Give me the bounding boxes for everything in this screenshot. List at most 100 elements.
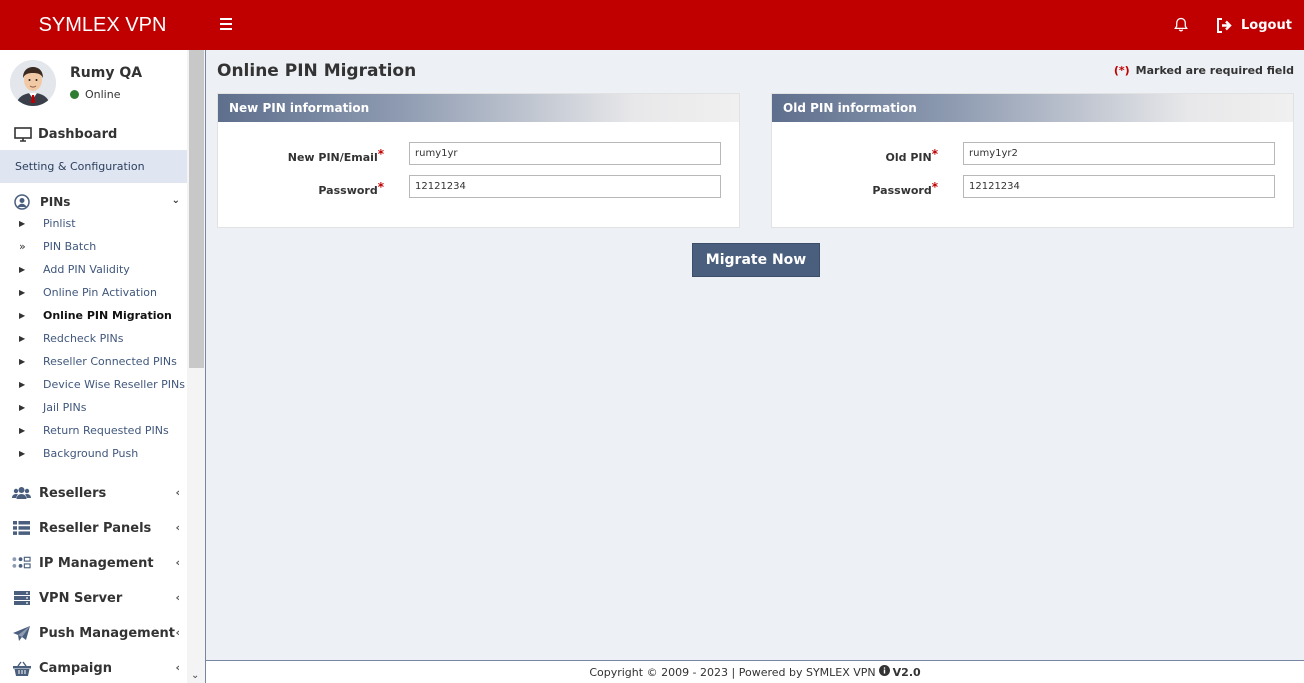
- chevron-left-icon: ‹: [175, 521, 180, 534]
- chevron-down-icon: ⌄: [171, 195, 180, 206]
- required-star-icon: *: [931, 180, 938, 194]
- logout-icon: [1217, 17, 1232, 33]
- chevron-left-icon: ‹: [175, 591, 180, 604]
- caret-right-icon: ▶: [19, 218, 26, 228]
- chevron-left-icon: ‹: [175, 556, 180, 569]
- new-password-input[interactable]: [409, 175, 721, 198]
- sidebar-subitem-label: Redcheck PINs: [43, 331, 124, 345]
- new-pin-label-text: New PIN/Email: [287, 151, 378, 164]
- basket-icon: [12, 660, 31, 676]
- old-pin-input[interactable]: [963, 142, 1275, 165]
- new-pin-panel-heading: New PIN information: [218, 94, 739, 122]
- old-pin-label-text: Old PIN: [885, 151, 932, 164]
- scroll-down-arrow-icon[interactable]: ⌄: [191, 670, 199, 681]
- sidebar-subitem-label: Device Wise Reseller PINs: [43, 377, 185, 391]
- paper-plane-icon: [12, 625, 31, 641]
- footer-copyright: Copyright © 2009 - 2023 | Powered by SYM…: [589, 665, 876, 679]
- caret-right-icon: ▶: [19, 425, 26, 435]
- new-pin-panel: New PIN information New PIN/Email* Passw…: [217, 93, 740, 228]
- caret-right-icon: ▶: [19, 287, 26, 297]
- sidebar-item-pinlist[interactable]: ▶ Pinlist: [0, 212, 188, 234]
- sidebar-subitem-label: Add PIN Validity: [43, 262, 130, 276]
- caret-right-icon: ▶: [19, 402, 26, 412]
- required-star-icon: *: [931, 147, 938, 161]
- sidebar-toggle-icon[interactable]: [218, 15, 234, 35]
- sidebar-item-reseller-panels[interactable]: Reseller Panels ‹: [0, 513, 188, 543]
- sidebar-item-jail-pins[interactable]: ▶ Jail PINs: [0, 396, 188, 418]
- sidebar-item-reseller-connected-pins[interactable]: ▶ Reseller Connected PINs: [0, 350, 188, 372]
- logout-button[interactable]: Logout: [1216, 15, 1292, 35]
- top-navbar: SYMLEX VPN Logout: [0, 0, 1304, 50]
- user-panel: Rumy QA Online: [10, 60, 185, 108]
- sidebar-subitem-label: Online Pin Activation: [43, 285, 157, 299]
- users-icon: [12, 485, 31, 501]
- caret-right-icon: ▶: [19, 310, 26, 320]
- sidebar-item-vpn-server[interactable]: VPN Server ‹: [0, 583, 188, 613]
- list-icon: [12, 520, 31, 536]
- online-dot-icon: [70, 90, 79, 99]
- caret-right-icon: ▶: [19, 356, 26, 366]
- sidebar-subitem-label: Return Requested PINs: [43, 423, 169, 437]
- migrate-now-button[interactable]: Migrate Now: [692, 243, 820, 277]
- new-pin-label: New PIN/Email*: [288, 147, 384, 164]
- sidebar-scrollbar[interactable]: ⌄: [187, 50, 205, 683]
- footer-version: V2.0: [892, 665, 921, 679]
- old-pin-panel: Old PIN information Old PIN* Password*: [771, 93, 1294, 228]
- brand-logo[interactable]: SYMLEX VPN: [0, 0, 205, 50]
- sidebar-item-add-pin-validity[interactable]: ▶ Add PIN Validity: [0, 258, 188, 280]
- old-password-row: Password*: [772, 175, 1293, 199]
- new-pin-input[interactable]: [409, 142, 721, 165]
- caret-right-icon: ▶: [19, 448, 26, 458]
- sidebar-item-label: Resellers: [39, 485, 107, 501]
- network-icon: [12, 555, 31, 571]
- sidebar-subitem-label: Online PIN Migration: [43, 308, 172, 322]
- old-password-input[interactable]: [963, 175, 1275, 198]
- required-marker: (*): [1113, 64, 1130, 77]
- user-status: Online: [70, 88, 120, 101]
- sidebar-item-pins[interactable]: PINs ⌄: [0, 190, 188, 214]
- sidebar-item-background-push[interactable]: ▶ Background Push: [0, 442, 188, 464]
- sidebar-section-header: Setting & Configuration: [0, 150, 188, 183]
- old-pin-panel-heading: Old PIN information: [772, 94, 1293, 122]
- required-field-note: (*) Marked are required field: [1114, 64, 1294, 77]
- sidebar-item-device-wise-reseller-pins[interactable]: ▶ Device Wise Reseller PINs: [0, 373, 188, 395]
- required-star-icon: *: [377, 147, 384, 161]
- sidebar-item-label: VPN Server: [39, 590, 123, 606]
- required-note-text: Marked are required field: [1135, 64, 1294, 77]
- sidebar-item-redcheck-pins[interactable]: ▶ Redcheck PINs: [0, 327, 188, 349]
- old-pin-label: Old PIN*: [886, 147, 938, 164]
- sidebar-item-return-requested-pins[interactable]: ▶ Return Requested PINs: [0, 419, 188, 441]
- sidebar-item-ip-management[interactable]: IP Management ‹: [0, 548, 188, 578]
- sidebar-subitem-label: Reseller Connected PINs: [43, 354, 177, 368]
- sidebar-item-resellers[interactable]: Resellers ‹: [0, 478, 188, 508]
- sidebar-item-label: PINs: [40, 195, 71, 209]
- sidebar-subitem-label: Jail PINs: [43, 400, 87, 414]
- sidebar-scrollbar-thumb[interactable]: [189, 50, 204, 368]
- caret-right-icon: ▶: [19, 333, 26, 343]
- double-angle-right-icon: »: [19, 239, 26, 253]
- chevron-left-icon: ‹: [175, 486, 180, 499]
- sidebar-subitem-label: Background Push: [43, 446, 139, 460]
- sidebar-item-dashboard[interactable]: Dashboard: [0, 120, 188, 148]
- sidebar-subitem-label: PIN Batch: [43, 239, 97, 253]
- sidebar-item-campaign[interactable]: Campaign ‹: [0, 653, 188, 683]
- new-password-label-text: Password: [318, 184, 378, 197]
- sidebar-item-label: IP Management: [39, 555, 154, 571]
- caret-right-icon: ▶: [19, 379, 26, 389]
- sidebar-item-label: Campaign: [39, 660, 112, 676]
- old-pin-row: Old PIN*: [772, 142, 1293, 166]
- new-password-row: Password*: [218, 175, 739, 199]
- new-pin-row: New PIN/Email*: [218, 142, 739, 166]
- footer: Copyright © 2009 - 2023 | Powered by SYM…: [206, 660, 1304, 683]
- sidebar-item-pin-batch[interactable]: » PIN Batch: [0, 235, 188, 257]
- sidebar-item-label: Reseller Panels: [39, 520, 152, 536]
- sidebar-item-push-management[interactable]: Push Management ‹: [0, 618, 188, 648]
- new-password-label: Password*: [318, 180, 384, 197]
- notification-bell-icon[interactable]: [1172, 16, 1190, 34]
- caret-right-icon: ▶: [19, 264, 26, 274]
- sidebar-item-online-pin-migration[interactable]: ▶ Online PIN Migration: [0, 304, 188, 326]
- info-circle-icon: [878, 665, 890, 679]
- server-icon: [12, 590, 31, 606]
- sidebar: Rumy QA Online Dashboard Setting & Confi…: [0, 50, 206, 683]
- sidebar-item-online-pin-activation[interactable]: ▶ Online Pin Activation: [0, 281, 188, 303]
